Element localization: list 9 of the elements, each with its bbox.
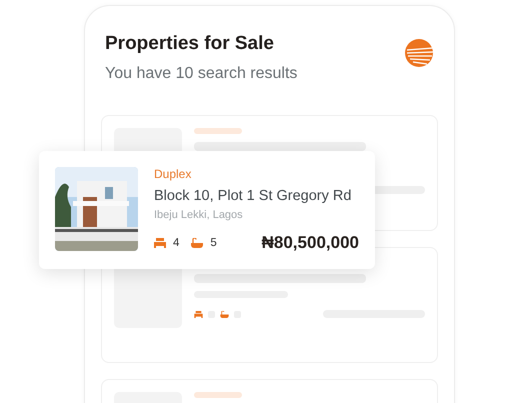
listing-price: ₦80,500,000 bbox=[262, 233, 359, 253]
listing-title: Block 10, Plot 1 St Gregory Rd bbox=[154, 187, 352, 205]
bathroom-count: 5 bbox=[210, 237, 217, 249]
bedroom-count: 4 bbox=[173, 237, 180, 249]
results-count: You have 10 search results bbox=[105, 64, 298, 84]
page-title: Properties for Sale bbox=[105, 32, 275, 56]
listing-location: Ibeju Lekki, Lagos bbox=[154, 208, 244, 222]
property-type: Duplex bbox=[154, 167, 192, 181]
listing-card[interactable]: Duplex Block 10, Plot 1 St Gregory Rd Ibeju Lekki, Lagos 4 5 ₦80,500,000 bbox=[39, 151, 375, 269]
